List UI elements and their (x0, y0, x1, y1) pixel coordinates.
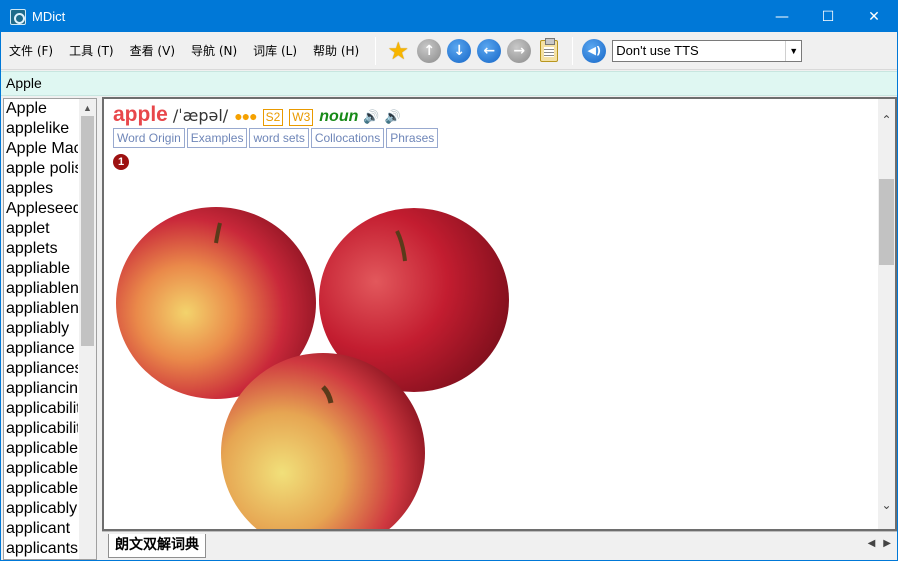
tab-prev-icon[interactable]: ◀ (868, 538, 876, 549)
dictionary-tabbar: 朗文双解词典 ◀ ▶ (102, 531, 897, 560)
frequency-dots: ●●● (234, 108, 257, 124)
definition-pane: apple /ˈæpəl/ ●●● S2 W3 noun 🔊 🔊 Word Or… (102, 97, 897, 531)
tts-select-value: Don't use TTS (616, 43, 699, 58)
menu-library[interactable]: 词库 (L) (245, 42, 305, 59)
written-level-badge: W3 (289, 109, 314, 126)
list-item[interactable]: appliably (4, 319, 78, 339)
pronunciation: /ˈæpəl/ (172, 106, 229, 125)
list-item[interactable]: applicability (4, 419, 78, 439)
tab-collocations[interactable]: Collocations (310, 128, 385, 148)
list-item[interactable]: Apple Mac (4, 139, 78, 159)
tts-speaker-icon[interactable]: ◀) (582, 38, 607, 63)
uk-speaker-icon[interactable]: 🔊 (385, 110, 401, 125)
tab-word-origin[interactable]: Word Origin (113, 128, 185, 148)
list-item[interactable]: apples (4, 179, 78, 199)
scroll-up-icon[interactable]: ▲ (79, 99, 96, 116)
toolbar-separator (375, 36, 377, 65)
list-item[interactable]: appliancing (4, 379, 78, 399)
headword: apple (113, 103, 168, 126)
list-item[interactable]: appliable (4, 259, 78, 279)
list-item[interactable]: appliableness (4, 299, 78, 319)
scroll-up-icon[interactable]: ⌃ (878, 111, 895, 128)
forward-gray-icon[interactable]: → (507, 38, 532, 63)
list-item[interactable]: appliance (4, 339, 78, 359)
list-item[interactable]: applicability (4, 399, 78, 419)
list-item[interactable]: applets (4, 239, 78, 259)
wordlist-scroll-thumb[interactable] (81, 116, 94, 346)
list-item[interactable]: appliances (4, 359, 78, 379)
entry-header: apple /ˈæpəl/ ●●● S2 W3 noun 🔊 🔊 (113, 103, 401, 127)
tts-select[interactable]: Don't use TTS ▼ (612, 39, 803, 62)
list-item[interactable]: applicable (4, 439, 78, 459)
tab-phrases[interactable]: Phrases (386, 128, 439, 148)
menu-view[interactable]: 查看 (V) (122, 42, 183, 59)
title-bar: MDict — ☐ ✕ (1, 1, 897, 32)
tab-examples[interactable]: Examples (186, 128, 248, 148)
word-list: Apple applelike Apple Mac apple polisher… (3, 98, 97, 560)
list-item[interactable]: applelike (4, 119, 78, 139)
spoken-level-badge: S2 (262, 109, 284, 126)
menu-file[interactable]: 文件 (F) (1, 42, 61, 59)
list-item[interactable]: apple polisher (4, 159, 78, 179)
tab-longman-dictionary[interactable]: 朗文双解词典 (108, 534, 206, 558)
apple-image (116, 207, 509, 529)
tab-next-icon[interactable]: ▶ (883, 538, 891, 549)
list-item[interactable]: applicable (4, 479, 78, 499)
mdict-window: MDict — ☐ ✕ 文件 (F) 工具 (T) 查看 (V) 导航 (N) … (0, 0, 898, 561)
content-scrollbar[interactable]: ⌃ ⌄ (878, 99, 895, 529)
sense-number-badge: 1 (113, 154, 129, 170)
window-title: MDict (32, 9, 66, 24)
up-gray-icon[interactable]: ↑ (417, 38, 442, 63)
tab-word-sets[interactable]: word sets (249, 128, 309, 148)
minimize-button[interactable]: — (759, 1, 805, 32)
menu-tools[interactable]: 工具 (T) (61, 42, 122, 59)
list-item[interactable]: applicable (4, 459, 78, 479)
search-bar (1, 71, 897, 96)
tab-navigation: ◀ ▶ (860, 538, 891, 549)
search-input[interactable] (6, 75, 886, 91)
list-item[interactable]: applet (4, 219, 78, 239)
favorite-star-icon[interactable]: ★ (385, 37, 411, 65)
close-button[interactable]: ✕ (851, 1, 897, 32)
menu-help[interactable]: 帮助 (H) (305, 42, 367, 59)
list-item[interactable]: Appleseed (4, 199, 78, 219)
scroll-down-icon[interactable]: ⌄ (878, 496, 895, 513)
list-item[interactable]: applicants (4, 539, 78, 559)
back-blue-icon[interactable]: ← (477, 38, 502, 63)
list-item[interactable]: Apple (4, 99, 78, 119)
clipboard-icon[interactable] (540, 37, 559, 62)
down-blue-icon[interactable]: ↓ (447, 38, 472, 63)
us-speaker-icon[interactable]: 🔊 (363, 110, 379, 125)
chevron-down-icon[interactable]: ▼ (785, 40, 801, 61)
toolbar-separator-2 (572, 36, 574, 65)
menu-toolbar: 文件 (F) 工具 (T) 查看 (V) 导航 (N) 词库 (L) 帮助 (H… (1, 32, 897, 70)
list-item[interactable]: applicably (4, 499, 78, 519)
part-of-speech: noun (319, 108, 359, 125)
list-item[interactable]: appliableness (4, 279, 78, 299)
list-item[interactable]: applicant (4, 519, 78, 539)
maximize-button[interactable]: ☐ (805, 1, 851, 32)
window-controls: — ☐ ✕ (759, 1, 897, 32)
mdict-app-icon (10, 8, 26, 25)
menu-navigate[interactable]: 导航 (N) (183, 42, 245, 59)
entry-tabs: Word Origin Examples word sets Collocati… (113, 128, 440, 148)
wordlist-scrollbar[interactable]: ▲ (79, 99, 96, 559)
content-scroll-thumb[interactable] (879, 179, 894, 265)
